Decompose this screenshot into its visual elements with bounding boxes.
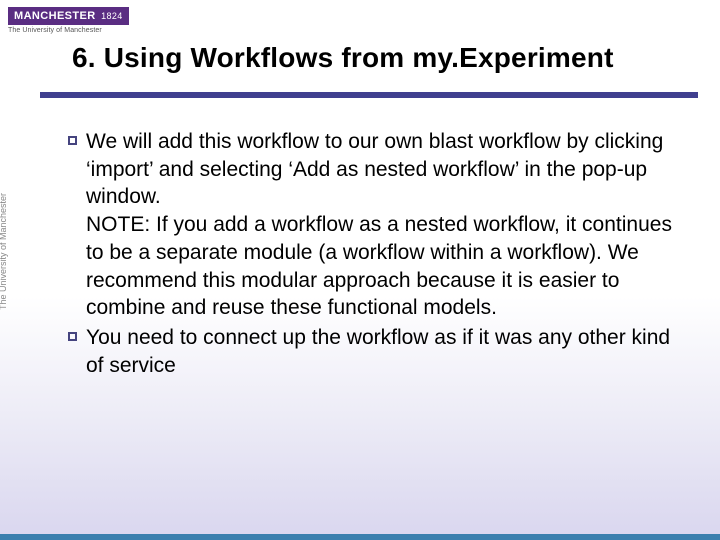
footer-accent-bar	[0, 534, 720, 540]
slide-body: We will add this workflow to our own bla…	[58, 128, 680, 381]
sidebar-vertical-label: The University of Manchester	[0, 50, 16, 310]
logo-subtitle: The University of Manchester	[8, 27, 138, 34]
list-item: We will add this workflow to our own bla…	[58, 128, 680, 322]
sidebar-vertical-text: The University of Manchester	[0, 50, 8, 310]
bullet-text-1: We will add this workflow to our own bla…	[86, 128, 680, 322]
university-logo: MANCHESTER 1824 The University of Manche…	[8, 6, 138, 34]
slide-title: 6. Using Workflows from my.Experiment	[72, 42, 614, 74]
slide: MANCHESTER 1824 The University of Manche…	[0, 0, 720, 540]
title-underline	[40, 92, 698, 98]
logo-badge: MANCHESTER 1824	[8, 7, 129, 25]
bullet-text-2: You need to connect up the workflow as i…	[86, 324, 680, 379]
logo-year: 1824	[101, 11, 123, 21]
logo-name: MANCHESTER	[14, 10, 96, 22]
bullet-icon	[58, 324, 86, 341]
bullet-icon	[58, 128, 86, 145]
list-item: You need to connect up the workflow as i…	[58, 324, 680, 379]
